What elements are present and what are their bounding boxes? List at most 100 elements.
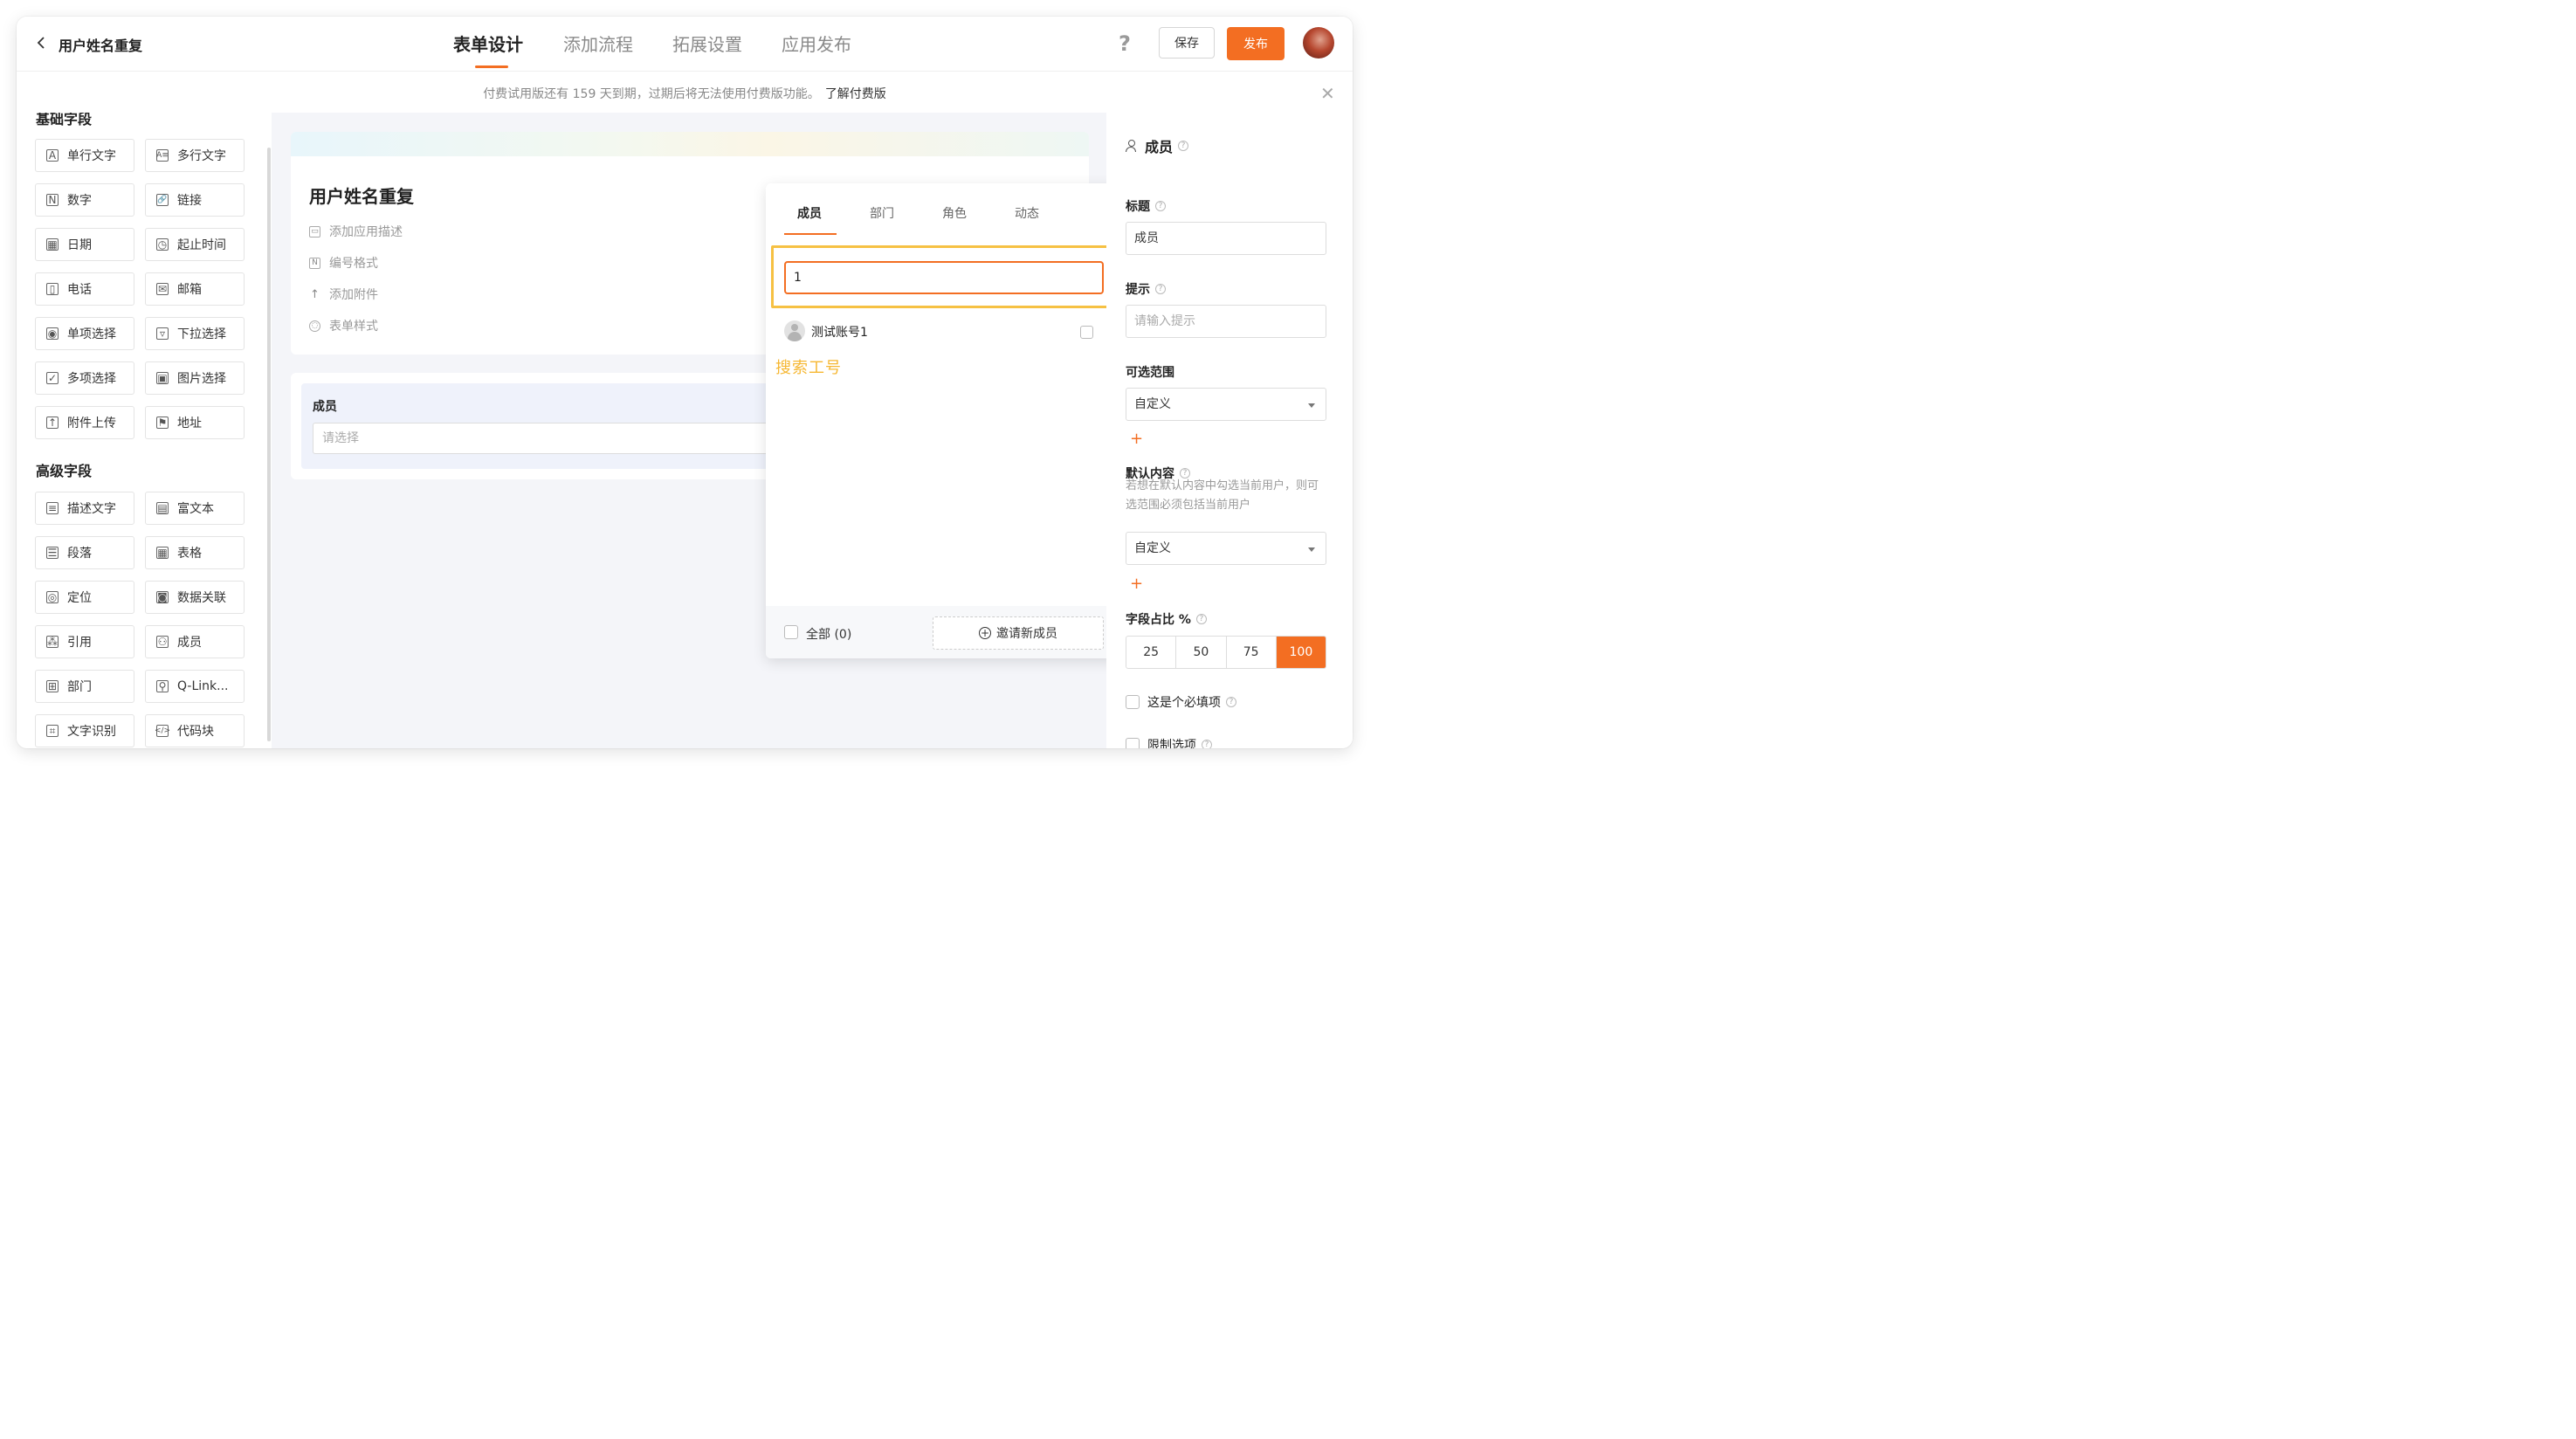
ratio-segmented-control: 25 50 75 100 — [1126, 636, 1326, 669]
advanced-field-button[interactable]: ≡ 描述文字 — [35, 492, 134, 525]
picker-tab-indicator — [784, 233, 837, 235]
basic-field-button[interactable]: A≡ 多行文字 — [145, 139, 245, 172]
question-circle-icon[interactable]: ? — [1202, 740, 1212, 748]
basic-field-button[interactable]: ▿ 下拉选择 — [145, 317, 245, 350]
advanced-field-button[interactable]: ◎ 定位 — [35, 581, 134, 614]
field-type-icon: ✉ — [156, 283, 169, 295]
tab-form-design[interactable]: 表单设计 — [453, 31, 523, 56]
basic-field-button[interactable]: ▦ 日期 — [35, 228, 134, 261]
field-type-icon: </> — [155, 725, 170, 737]
question-circle-icon[interactable]: ? — [1178, 141, 1189, 151]
picker-tab-dynamic[interactable]: 动态 — [1015, 204, 1039, 222]
field-type-icon: A≡ — [156, 149, 169, 162]
advanced-field-button[interactable]: ⁂ 引用 — [35, 625, 134, 658]
question-circle-icon[interactable]: ? — [1155, 201, 1166, 211]
field-label: 图片选择 — [177, 372, 226, 386]
question-icon[interactable]: ? — [1119, 31, 1131, 56]
basic-field-button[interactable]: ✉ 邮箱 — [145, 272, 245, 306]
title-label-text: 标题 — [1126, 200, 1150, 214]
select-all-label[interactable]: 全部 (0) — [806, 625, 851, 643]
ratio-option-100[interactable]: 100 — [1276, 637, 1326, 668]
basic-field-button[interactable]: A 单行文字 — [35, 139, 134, 172]
field-label: 起止时间 — [177, 238, 226, 252]
ratio-option-50[interactable]: 50 — [1176, 637, 1227, 668]
publish-button[interactable]: 发布 — [1227, 27, 1285, 60]
limit-option[interactable]: 限制选项? — [1126, 736, 1212, 748]
basic-field-button[interactable]: ↑ 附件上传 — [35, 406, 134, 439]
field-type-icon: ▣ — [156, 372, 169, 384]
advanced-field-button[interactable]: ⚇ 成员 — [145, 625, 245, 658]
basic-field-button[interactable]: ▯ 电话 — [35, 272, 134, 306]
limit-label: 限制选项 — [1147, 739, 1196, 748]
number-format-link[interactable]: N 编号格式 — [309, 254, 378, 272]
active-tab-indicator — [475, 65, 508, 68]
field-type-icon: ⊞ — [46, 680, 59, 692]
tab-extension-settings[interactable]: 拓展设置 — [672, 31, 742, 56]
properties-title: 成员 — [1145, 139, 1174, 155]
advanced-field-button[interactable]: ▤ 富文本 — [145, 492, 245, 525]
ratio-option-25[interactable]: 25 — [1126, 637, 1177, 668]
chevron-left-icon[interactable] — [34, 35, 50, 51]
required-option[interactable]: 这是个必填项? — [1126, 693, 1236, 711]
advanced-field-button[interactable]: ⊞ 部门 — [35, 670, 134, 703]
add-description-link[interactable]: ▭ 添加应用描述 — [309, 223, 403, 240]
add-attachment-link[interactable]: ↑ 添加附件 — [309, 286, 378, 303]
basic-field-button[interactable]: ◷ 起止时间 — [145, 228, 245, 261]
picker-tab-members[interactable]: 成员 — [797, 204, 822, 222]
question-circle-icon[interactable]: ? — [1195, 614, 1207, 624]
field-label: 多行文字 — [177, 149, 226, 163]
form-title[interactable]: 用户姓名重复 — [309, 182, 414, 208]
field-type-icon: ↑ — [46, 417, 59, 429]
field-type-icon: ▯ — [46, 283, 59, 295]
field-type-icon: ▤ — [156, 502, 169, 514]
banner-link[interactable]: 了解付费版 — [825, 87, 886, 101]
question-circle-icon[interactable]: ? — [1226, 697, 1236, 707]
meta-label: 编号格式 — [329, 257, 378, 271]
avatar[interactable] — [1303, 27, 1334, 59]
form-style-link[interactable]: ◌ 表单样式 — [309, 317, 378, 334]
close-icon[interactable]: ✕ — [1320, 83, 1335, 104]
comment-icon: ▭ — [309, 225, 320, 238]
field-label: 多项选择 — [67, 372, 116, 386]
basic-field-button[interactable]: 🔗 链接 — [145, 183, 245, 217]
select-all-checkbox[interactable] — [784, 625, 798, 639]
member-search-input[interactable]: 1 — [784, 261, 1104, 294]
picker-tab-departments[interactable]: 部门 — [870, 204, 894, 222]
field-type-icon: ☰ — [46, 547, 59, 559]
tab-add-process[interactable]: 添加流程 — [563, 31, 633, 56]
tab-app-publish[interactable]: 应用发布 — [782, 31, 851, 56]
range-select[interactable]: 自定义 — [1126, 388, 1326, 421]
advanced-field-button[interactable]: ◙ 数据关联 — [145, 581, 245, 614]
basic-field-button[interactable]: N 数字 — [35, 183, 134, 217]
required-checkbox[interactable] — [1126, 695, 1140, 709]
basic-field-button[interactable]: ✓ 多项选择 — [35, 361, 134, 395]
properties-header: 成员 ? — [1126, 135, 1189, 156]
field-label: 部门 — [67, 680, 92, 694]
advanced-field-button[interactable]: ▦ 表格 — [145, 536, 245, 569]
basic-field-button[interactable]: ⚑ 地址 — [145, 406, 245, 439]
add-range-plus-icon[interactable]: + — [1130, 430, 1143, 448]
ratio-option-75[interactable]: 75 — [1227, 637, 1277, 668]
hint-input[interactable]: 请输入提示 — [1126, 305, 1326, 338]
field-palette: 基础字段 A 单行文字 A≡ 多行文字 N 数字 🔗 链接 ▦ 日期 ◷ 起止时间 ▯ 电话 ✉ 邮箱 ◉ 单项选… — [17, 113, 272, 748]
advanced-field-button[interactable]: ⌗ 文字识别 — [35, 714, 134, 747]
title-input[interactable]: 成员 — [1126, 222, 1326, 255]
save-button[interactable]: 保存 — [1159, 27, 1215, 59]
picker-tab-roles[interactable]: 角色 — [942, 204, 967, 222]
advanced-field-button[interactable]: ⚲ Q-Link... — [145, 670, 245, 703]
left-scrollbar[interactable] — [267, 148, 271, 741]
basic-field-button[interactable]: ◉ 单项选择 — [35, 317, 134, 350]
default-select[interactable]: 自定义 — [1126, 532, 1326, 565]
add-default-plus-icon[interactable]: + — [1130, 575, 1143, 593]
question-circle-icon[interactable]: ? — [1155, 284, 1166, 294]
top-bar: 用户姓名重复 表单设计 添加流程 拓展设置 应用发布 ? 保存 发布 — [17, 17, 1353, 71]
limit-checkbox[interactable] — [1126, 738, 1140, 748]
advanced-field-button[interactable]: ☰ 段落 — [35, 536, 134, 569]
field-label: 数字 — [67, 194, 92, 208]
basic-field-button[interactable]: ▣ 图片选择 — [145, 361, 245, 395]
user-checkbox[interactable] — [1080, 326, 1093, 339]
advanced-field-button[interactable]: </> 代码块 — [145, 714, 245, 747]
list-item[interactable]: 测试账号1 — [784, 319, 1107, 345]
invite-member-button[interactable]: + 邀请新成员 — [933, 616, 1104, 650]
field-label: 表格 — [177, 547, 202, 561]
